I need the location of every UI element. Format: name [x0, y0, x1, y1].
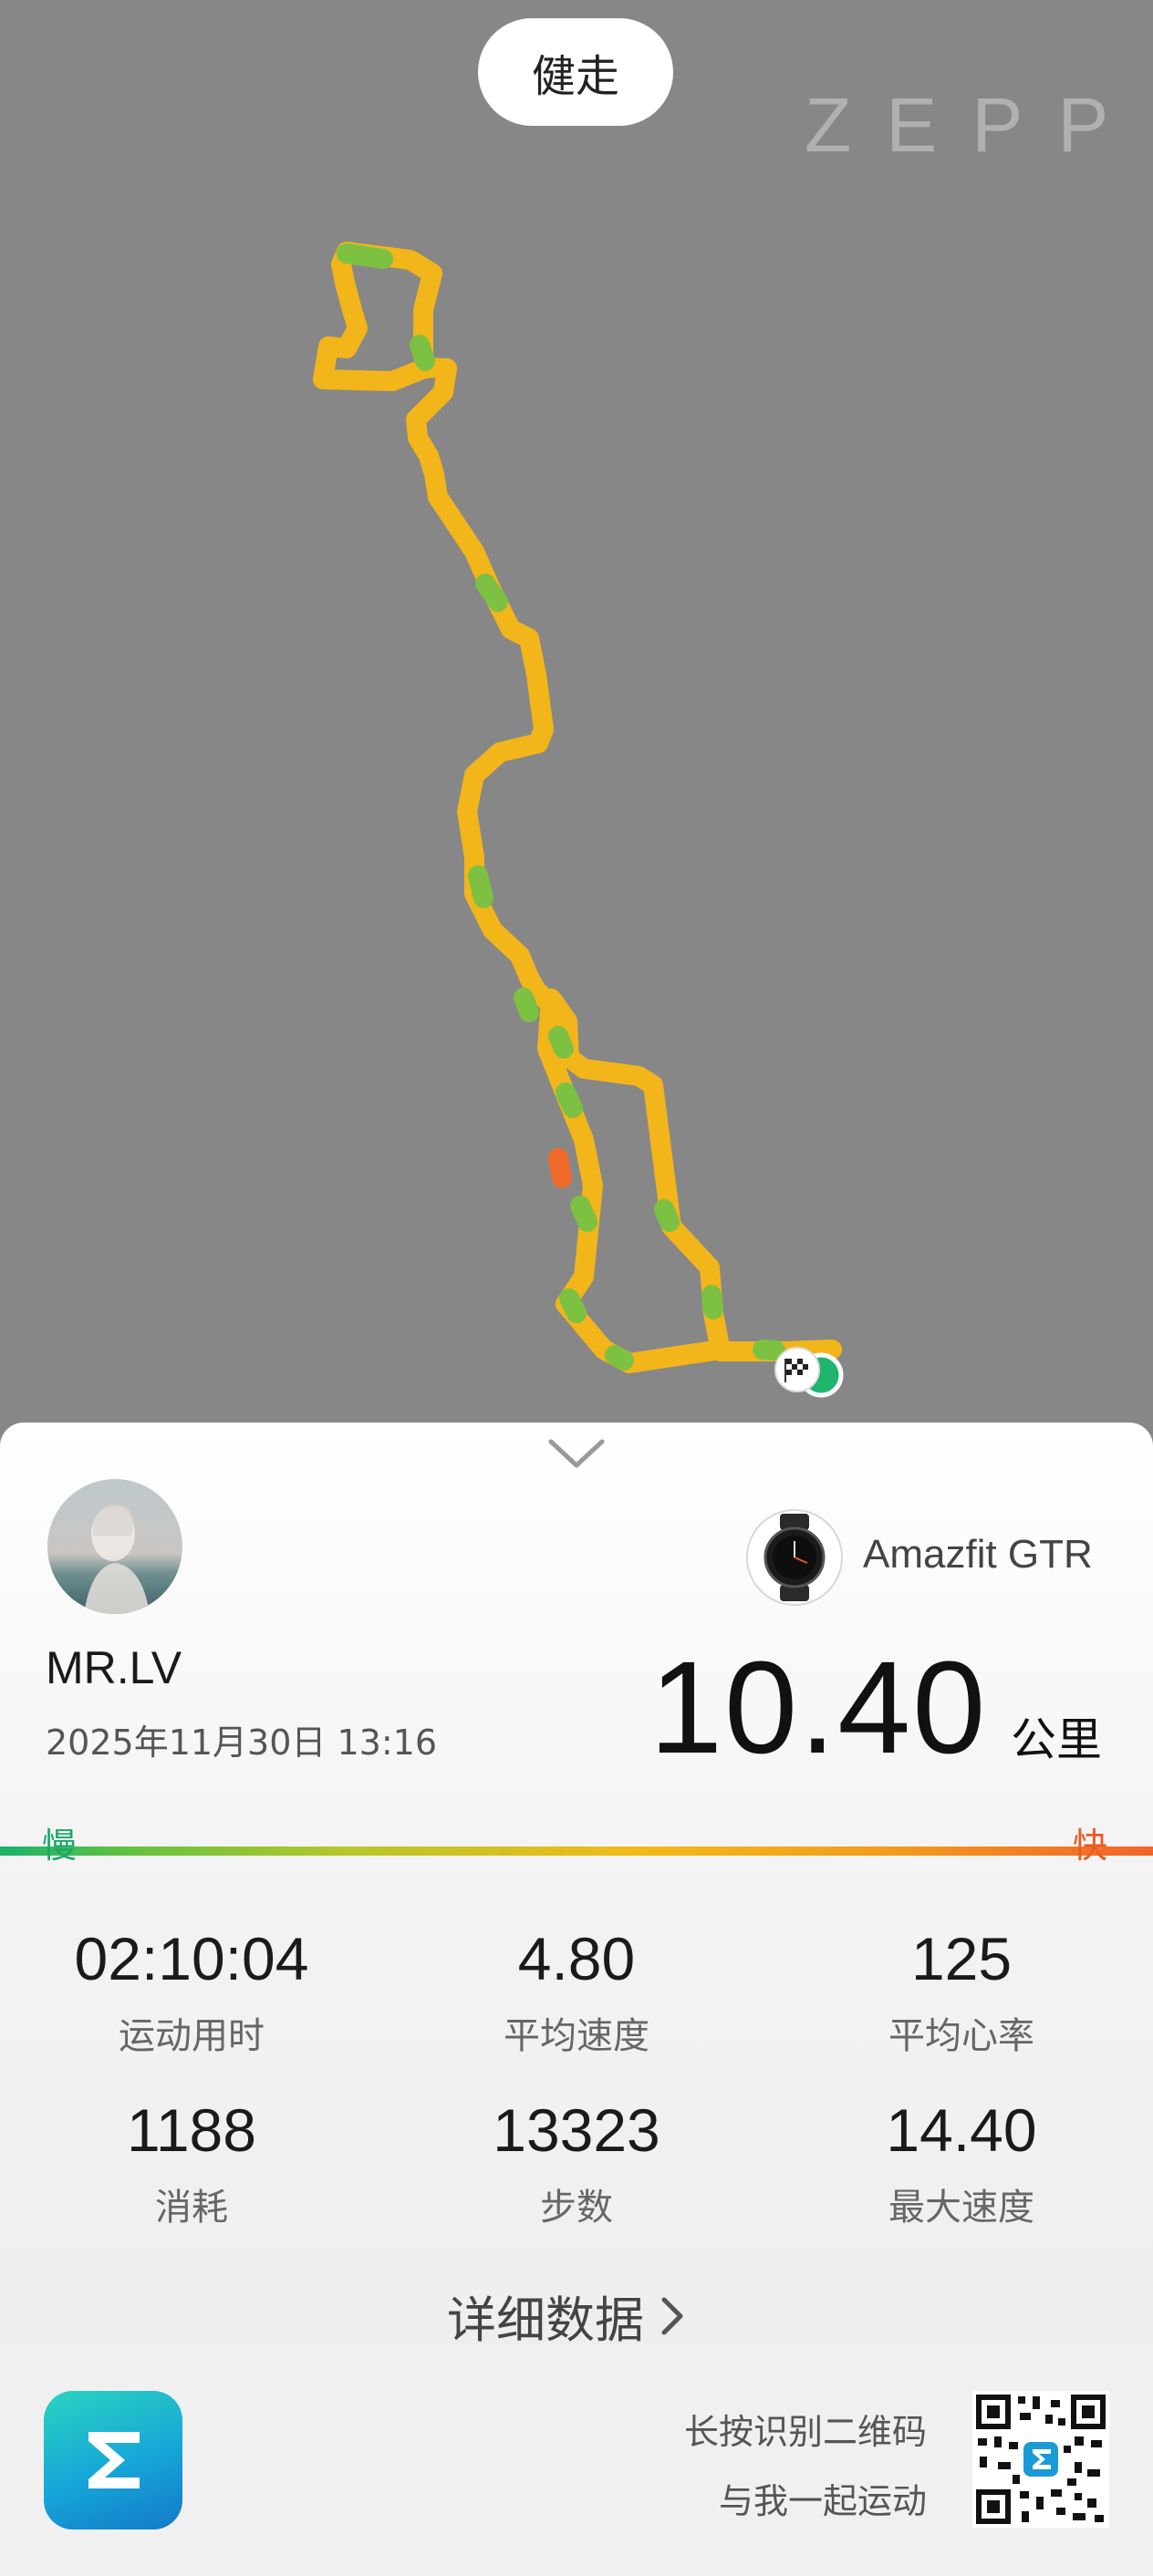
stat-avg-heart-rate: 125 平均心率 [797, 1924, 1126, 2059]
activity-datetime: 2025年11月30日 13:16 [46, 1723, 438, 1763]
activity-type-badge: 健走 [478, 18, 673, 126]
stat-label: 平均速度 [504, 2015, 649, 2057]
stat-steps: 13323 步数 [412, 2095, 741, 2230]
speed-fast-label: 快 [1073, 1826, 1108, 1866]
stat-label: 运动用时 [119, 2015, 265, 2057]
stat-value: 4.80 [517, 1925, 636, 1992]
stat-label: 最大速度 [888, 2187, 1034, 2229]
stat-value: 13323 [493, 2096, 660, 2164]
speed-legend-bar [0, 1847, 1153, 1856]
stat-calories: 1188 消耗 [27, 2095, 356, 2230]
chevron-right-icon [661, 2297, 683, 2334]
stat-label: 消耗 [155, 2187, 228, 2229]
sigma-icon [88, 2432, 140, 2488]
qr-code-image [972, 2391, 1109, 2528]
speed-slow-label: 慢 [42, 1826, 78, 1866]
device-name: Amazfit GTR [863, 1532, 1093, 1577]
profile-photo [84, 1505, 150, 1614]
route-track [313, 242, 844, 1398]
stat-value: 14.40 [886, 2096, 1037, 2164]
stat-value: 1188 [127, 2096, 256, 2164]
distance-unit: 公里 [1011, 1713, 1102, 1766]
avatar[interactable] [47, 1479, 182, 1614]
activity-type-label: 健走 [531, 51, 619, 102]
watch-icon [746, 1509, 843, 1606]
stat-max-speed: 14.40 最大速度 [797, 2095, 1126, 2230]
stat-avg-speed: 4.80 平均速度 [412, 1924, 741, 2059]
stat-label: 步数 [540, 2187, 613, 2229]
stat-value: 125 [910, 1925, 1013, 1992]
route-map[interactable] [0, 0, 1153, 1459]
distance-value: 10.40 [649, 1634, 988, 1781]
stat-label: 平均心率 [888, 2015, 1034, 2057]
chevron-down-icon[interactable] [547, 1436, 606, 1473]
qr-hint-line2: 与我一起运动 [718, 2481, 927, 2521]
details-link[interactable]: 详细数据 [447, 2280, 686, 2352]
qr-hint-line1: 长按识别二维码 [683, 2412, 927, 2452]
zepp-logo: ZEPP [805, 82, 1144, 168]
stat-duration: 02:10:04 运动用时 [27, 1924, 356, 2059]
details-link-label: 详细数据 [447, 2292, 644, 2349]
stat-value: 02:10:04 [74, 1925, 309, 1992]
qr-code[interactable] [972, 2391, 1109, 2528]
zepp-app-logo [44, 2391, 182, 2529]
user-name: MR.LV [46, 1642, 182, 1693]
